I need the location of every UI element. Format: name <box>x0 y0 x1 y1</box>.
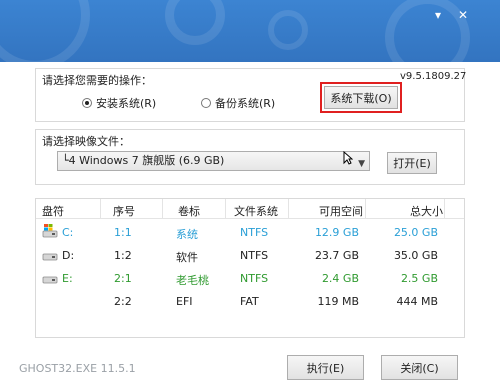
backup-radio-dot[interactable] <box>201 98 211 108</box>
drive-icon <box>42 276 58 284</box>
cell-drive: E: <box>62 272 73 285</box>
cell-label: 老毛桃 <box>176 274 209 287</box>
cell-index: 2:1 <box>114 272 132 285</box>
version-text: v9.5.1809.27 <box>400 71 467 82</box>
table-row[interactable]: 2:2 EFI FAT 119 MB 444 MB <box>36 290 464 312</box>
backup-radio-label: 备份系统(R) <box>215 97 276 110</box>
operation-label: 请选择您需要的操作： <box>42 74 152 87</box>
decor-circle <box>0 0 90 62</box>
close-button[interactable]: 关闭(C) <box>381 355 458 380</box>
run-button[interactable]: 执行(E) <box>287 355 364 380</box>
column-divider <box>225 199 226 219</box>
cell-filesystem: FAT <box>240 295 259 308</box>
cell-label: 系统 <box>176 228 198 241</box>
header-drive: 盘符 <box>42 205 64 218</box>
cell-total: 444 MB <box>396 295 438 308</box>
header-free: 可用空间 <box>319 205 363 218</box>
close-icon[interactable]: ✕ <box>455 7 471 23</box>
cell-total: 25.0 GB <box>393 226 438 239</box>
table-header: 盘符 序号 卷标 文件系统 可用空间 总大小 <box>36 199 464 219</box>
minimize-icon[interactable]: ▾ <box>430 7 446 23</box>
partition-table[interactable]: 盘符 序号 卷标 文件系统 可用空间 总大小 C: 1:1 系统 NTFS 12.9 G… <box>35 198 465 338</box>
cell-filesystem: NTFS <box>240 226 269 239</box>
cell-free: 23.7 GB <box>314 249 359 262</box>
windows-drive-icon <box>42 224 58 238</box>
image-select[interactable]: └4 Windows 7 旗舰版 (6.9 GB) ▼ <box>57 151 370 171</box>
cell-total: 35.0 GB <box>393 249 438 262</box>
install-radio-label: 安装系统(R) <box>96 97 157 110</box>
header-total: 总大小 <box>410 205 443 218</box>
cell-free: 119 MB <box>317 295 359 308</box>
header-label: 卷标 <box>178 205 200 218</box>
column-divider <box>444 199 445 219</box>
install-radio-dot[interactable] <box>82 98 92 108</box>
cell-label: EFI <box>176 295 193 308</box>
cell-index: 1:1 <box>114 226 132 239</box>
install-radio[interactable]: 安装系统(R) <box>82 95 156 111</box>
cell-total: 2.5 GB <box>400 272 438 285</box>
cell-drive: D: <box>62 249 75 262</box>
header-filesystem: 文件系统 <box>234 205 278 218</box>
decor-circle <box>165 0 225 45</box>
cell-filesystem: NTFS <box>240 249 269 262</box>
cell-filesystem: NTFS <box>240 272 269 285</box>
chevron-down-icon[interactable]: ▼ <box>358 155 365 173</box>
header-index: 序号 <box>113 205 135 218</box>
column-divider <box>365 199 366 219</box>
cell-index: 2:2 <box>114 295 132 308</box>
title-bar: ▾ ✕ <box>0 0 500 62</box>
cell-label: 软件 <box>176 251 198 264</box>
decor-circle <box>268 10 308 50</box>
mouse-cursor-icon <box>343 151 353 165</box>
cell-index: 1:2 <box>114 249 132 262</box>
drive-icon <box>42 253 58 261</box>
image-select-value: └4 Windows 7 旗舰版 (6.9 GB) <box>62 154 225 167</box>
table-row[interactable]: D: 1:2 软件 NTFS 23.7 GB 35.0 GB <box>36 244 464 266</box>
cell-drive: C: <box>62 226 74 239</box>
open-button[interactable]: 打开(E) <box>387 152 437 174</box>
table-row[interactable]: E: 2:1 老毛桃 NTFS 2.4 GB 2.5 GB <box>36 267 464 289</box>
image-label: 请选择映像文件： <box>42 135 130 148</box>
cell-free: 12.9 GB <box>314 226 359 239</box>
column-divider <box>162 199 163 219</box>
backup-radio[interactable]: 备份系统(R) <box>201 95 275 111</box>
table-row[interactable]: C: 1:1 系统 NTFS 12.9 GB 25.0 GB <box>36 221 464 243</box>
cell-free: 2.4 GB <box>321 272 359 285</box>
app-version-text: GHOST32.EXE 11.5.1 <box>19 362 136 375</box>
highlight-box <box>320 82 402 113</box>
column-divider <box>100 199 101 219</box>
column-divider <box>288 199 289 219</box>
